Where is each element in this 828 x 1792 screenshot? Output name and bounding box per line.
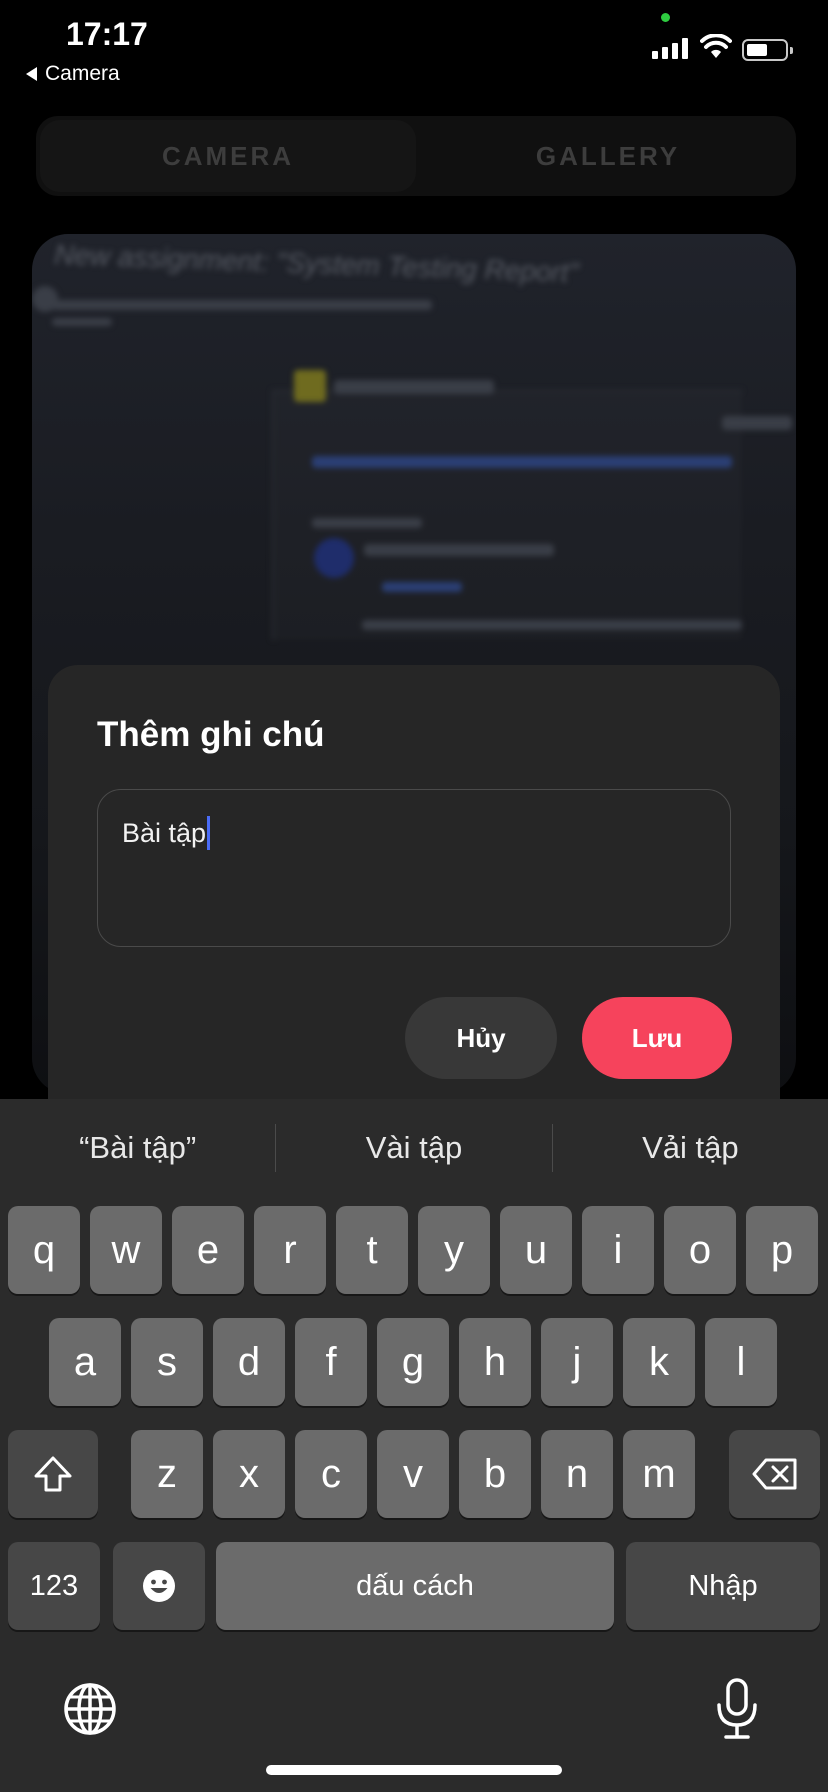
key-n[interactable]: n xyxy=(541,1430,613,1518)
key-k[interactable]: k xyxy=(623,1318,695,1406)
key-y[interactable]: y xyxy=(418,1206,490,1294)
key-t[interactable]: t xyxy=(336,1206,408,1294)
battery-icon xyxy=(742,39,793,61)
tab-gallery[interactable]: GALLERY xyxy=(420,116,796,196)
key-w[interactable]: w xyxy=(90,1206,162,1294)
photo-blurred-title: New assignment: "System Testing Report" xyxy=(53,238,580,289)
delete-key[interactable] xyxy=(729,1430,820,1518)
home-indicator[interactable] xyxy=(266,1765,562,1775)
key-s[interactable]: s xyxy=(131,1318,203,1406)
key-z[interactable]: z xyxy=(131,1430,203,1518)
suggestion-1[interactable]: “Bài tập” xyxy=(0,1130,275,1166)
camera-in-use-indicator xyxy=(661,13,670,22)
key-c[interactable]: c xyxy=(295,1430,367,1518)
shift-icon xyxy=(34,1456,72,1492)
key-i[interactable]: i xyxy=(582,1206,654,1294)
tab-camera[interactable]: CAMERA xyxy=(40,120,416,192)
key-u[interactable]: u xyxy=(500,1206,572,1294)
key-x[interactable]: x xyxy=(213,1430,285,1518)
key-p[interactable]: p xyxy=(746,1206,818,1294)
key-a[interactable]: a xyxy=(49,1318,121,1406)
cancel-button[interactable]: Hủy xyxy=(405,997,557,1079)
dialog-title: Thêm ghi chú xyxy=(97,715,325,754)
key-l[interactable]: l xyxy=(705,1318,777,1406)
key-g[interactable]: g xyxy=(377,1318,449,1406)
mode-tabs: CAMERA GALLERY xyxy=(36,116,796,196)
key-d[interactable]: d xyxy=(213,1318,285,1406)
numbers-key[interactable]: 123 xyxy=(8,1542,100,1630)
key-o[interactable]: o xyxy=(664,1206,736,1294)
status-bar: 17:17 Camera xyxy=(0,0,828,96)
suggestion-3[interactable]: Vải tập xyxy=(553,1130,828,1166)
key-r[interactable]: r xyxy=(254,1206,326,1294)
suggestion-bar: “Bài tập” Vài tập Vải tập xyxy=(0,1099,828,1197)
suggestion-2[interactable]: Vài tập xyxy=(276,1130,551,1166)
emoji-icon xyxy=(143,1570,175,1602)
space-key[interactable]: dấu cách xyxy=(216,1542,614,1630)
key-f[interactable]: f xyxy=(295,1318,367,1406)
shift-key[interactable] xyxy=(8,1430,98,1518)
emoji-key[interactable] xyxy=(113,1542,205,1630)
wifi-icon xyxy=(700,34,732,58)
save-button[interactable]: Lưu xyxy=(582,997,732,1079)
on-screen-keyboard: “Bài tập” Vài tập Vải tập q w e r t y u … xyxy=(0,1099,828,1792)
text-caret xyxy=(207,816,211,850)
key-v[interactable]: v xyxy=(377,1430,449,1518)
key-j[interactable]: j xyxy=(541,1318,613,1406)
globe-icon[interactable] xyxy=(62,1681,118,1737)
key-q[interactable]: q xyxy=(8,1206,80,1294)
microphone-icon[interactable] xyxy=(714,1677,760,1741)
back-to-camera-link[interactable]: Camera xyxy=(26,62,120,86)
cellular-signal-icon xyxy=(652,38,688,59)
note-input[interactable]: Bài tập xyxy=(97,789,731,947)
backspace-icon xyxy=(752,1458,796,1490)
status-time: 17:17 xyxy=(66,16,148,52)
return-key[interactable]: Nhập xyxy=(626,1542,820,1630)
note-input-value: Bài tập xyxy=(122,817,207,848)
add-note-dialog: Thêm ghi chú Bài tập Hủy Lưu xyxy=(48,665,780,1105)
back-link-label: Camera xyxy=(45,62,120,85)
key-h[interactable]: h xyxy=(459,1318,531,1406)
key-e[interactable]: e xyxy=(172,1206,244,1294)
key-b[interactable]: b xyxy=(459,1430,531,1518)
key-m[interactable]: m xyxy=(623,1430,695,1518)
back-arrow-icon xyxy=(26,67,37,81)
